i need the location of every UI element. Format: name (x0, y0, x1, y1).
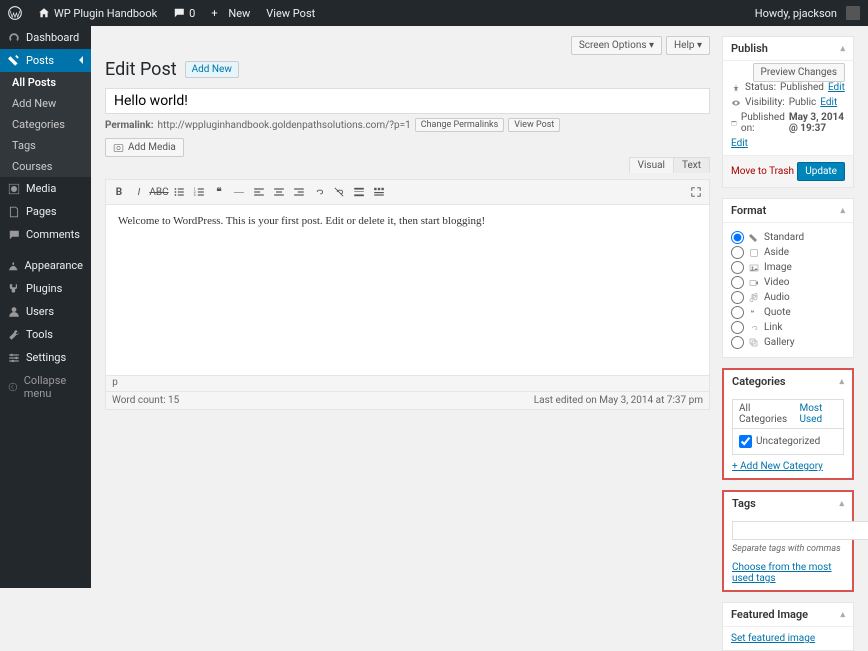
main-content: Screen Options ▾ Help ▾ Edit Post Add Ne… (91, 26, 868, 588)
format-image[interactable]: Image (731, 261, 845, 274)
tab-all-categories[interactable]: All Categories (733, 400, 794, 428)
quote-button[interactable]: ❝ (210, 183, 228, 201)
help-button[interactable]: Help ▾ (666, 36, 710, 55)
menu-plugins[interactable]: Plugins (0, 277, 91, 300)
italic-button[interactable]: I (130, 183, 148, 201)
collapse-menu[interactable]: Collapse menu (0, 369, 91, 405)
set-featured-image-link[interactable]: Set featured image (731, 633, 815, 644)
tags-box-header[interactable]: Tags▴ (724, 492, 852, 515)
edit-visibility-link[interactable]: Edit (820, 97, 837, 108)
view-post-button[interactable]: View Post (508, 118, 560, 132)
submenu-add-new[interactable]: Add New (0, 93, 91, 114)
edit-date-link[interactable]: Edit (731, 138, 748, 149)
submenu-categories[interactable]: Categories (0, 114, 91, 135)
tab-most-used[interactable]: Most Used (794, 400, 844, 428)
kitchen-sink-button[interactable] (370, 183, 388, 201)
categories-box-header[interactable]: Categories▴ (724, 370, 852, 393)
menu-dashboard[interactable]: Dashboard (0, 26, 91, 49)
menu-settings[interactable]: Settings (0, 346, 91, 369)
format-video[interactable]: Video (731, 276, 845, 289)
page-title: Edit Post Add New (105, 59, 710, 80)
edit-status-link[interactable]: Edit (828, 82, 845, 93)
add-new-category-link[interactable]: + Add New Category (732, 461, 823, 472)
align-left-button[interactable] (250, 183, 268, 201)
camera-icon (113, 142, 124, 153)
svg-text:❝: ❝ (751, 309, 755, 317)
preview-changes-button[interactable]: Preview Changes (753, 63, 845, 82)
submenu-tags[interactable]: Tags (0, 135, 91, 156)
featured-image-header[interactable]: Featured Image▴ (723, 603, 853, 627)
visual-tab[interactable]: Visual (629, 157, 674, 173)
fullscreen-button[interactable] (687, 183, 705, 201)
submenu-posts: All Posts Add New Categories Tags Course… (0, 72, 91, 177)
format-quote[interactable]: ❝Quote (731, 306, 845, 319)
format-aside[interactable]: Aside (731, 246, 845, 259)
tags-hint: Separate tags with commas (732, 544, 844, 554)
screen-options-button[interactable]: Screen Options ▾ (571, 36, 662, 55)
featured-image-box: Featured Image▴ Set featured image (722, 602, 854, 651)
menu-comments[interactable]: Comments (0, 223, 91, 246)
site-name-link[interactable]: WP Plugin Handbook (30, 0, 165, 26)
format-box: Format▴ Standard Aside Image Video Audio ❝Quo… (722, 198, 854, 358)
content-editor[interactable]: Welcome to WordPress. This is your first… (106, 205, 709, 375)
calendar-icon (731, 118, 737, 128)
view-post-link[interactable]: View Post (258, 0, 323, 26)
category-uncategorized[interactable]: Uncategorized (739, 435, 837, 448)
align-right-button[interactable] (290, 183, 308, 201)
editor-toolbar: B I ABC 123 ❝ — (106, 180, 709, 205)
pin-icon (731, 83, 741, 93)
hr-button[interactable]: — (230, 183, 248, 201)
submenu-all-posts[interactable]: All Posts (0, 72, 91, 93)
format-gallery[interactable]: Gallery (731, 336, 845, 349)
svg-text:3: 3 (194, 193, 196, 197)
bold-button[interactable]: B (110, 183, 128, 201)
add-new-button[interactable]: Add New (185, 61, 239, 78)
menu-appearance[interactable]: Appearance (0, 254, 91, 277)
publish-box-header[interactable]: Publish▴ (723, 37, 853, 61)
unlink-button[interactable] (330, 183, 348, 201)
format-link[interactable]: Link (731, 321, 845, 334)
strike-button[interactable]: ABC (150, 183, 168, 201)
menu-users[interactable]: Users (0, 300, 91, 323)
word-count: Word count: 15 (112, 395, 179, 406)
path-indicator: p (106, 376, 709, 392)
choose-tags-link[interactable]: Choose from the most used tags (732, 562, 832, 584)
more-button[interactable] (350, 183, 368, 201)
admin-topbar: WP Plugin Handbook 0 + New View Post How… (0, 0, 868, 26)
ol-button[interactable]: 123 (190, 183, 208, 201)
update-button[interactable]: Update (797, 162, 845, 181)
editor-statusbar: p Word count: 15 Last edited on May 3, 2… (106, 375, 709, 409)
text-tab[interactable]: Text (673, 157, 710, 173)
change-permalinks-button[interactable]: Change Permalinks (415, 118, 505, 132)
menu-posts[interactable]: Posts (0, 49, 91, 72)
menu-tools[interactable]: Tools (0, 323, 91, 346)
editor-container: B I ABC 123 ❝ — Welcome to WordPre (105, 179, 710, 410)
howdy-user[interactable]: Howdy, pjackson (747, 0, 868, 26)
add-media-button[interactable]: Add Media (105, 138, 184, 157)
menu-media[interactable]: Media (0, 177, 91, 200)
move-to-trash-link[interactable]: Move to Trash (731, 166, 794, 177)
align-center-button[interactable] (270, 183, 288, 201)
menu-pages[interactable]: Pages (0, 200, 91, 223)
format-standard[interactable]: Standard (731, 231, 845, 244)
categories-box: Categories▴ All Categories Most Used Unc… (722, 368, 854, 480)
format-audio[interactable]: Audio (731, 291, 845, 304)
tags-box: Tags▴ Add Separate tags with commas Choo… (722, 490, 854, 592)
link-button[interactable] (310, 183, 328, 201)
permalink-row: Permalink: http://wppluginhandbook.golde… (105, 118, 710, 132)
tags-input[interactable] (732, 521, 868, 540)
format-box-header[interactable]: Format▴ (723, 199, 853, 223)
submenu-courses[interactable]: Courses (0, 156, 91, 177)
ul-button[interactable] (170, 183, 188, 201)
last-edited: Last edited on May 3, 2014 at 7:37 pm (534, 395, 703, 406)
post-title-input[interactable] (105, 88, 710, 114)
eye-icon (731, 98, 741, 108)
admin-sidebar: Dashboard Posts All Posts Add New Catego… (0, 26, 91, 588)
wp-logo[interactable] (0, 0, 30, 26)
publish-box: Publish▴ Preview Changes Status: Publish… (722, 36, 854, 188)
new-content-link[interactable]: + New (203, 0, 258, 26)
comments-link[interactable]: 0 (165, 0, 203, 26)
